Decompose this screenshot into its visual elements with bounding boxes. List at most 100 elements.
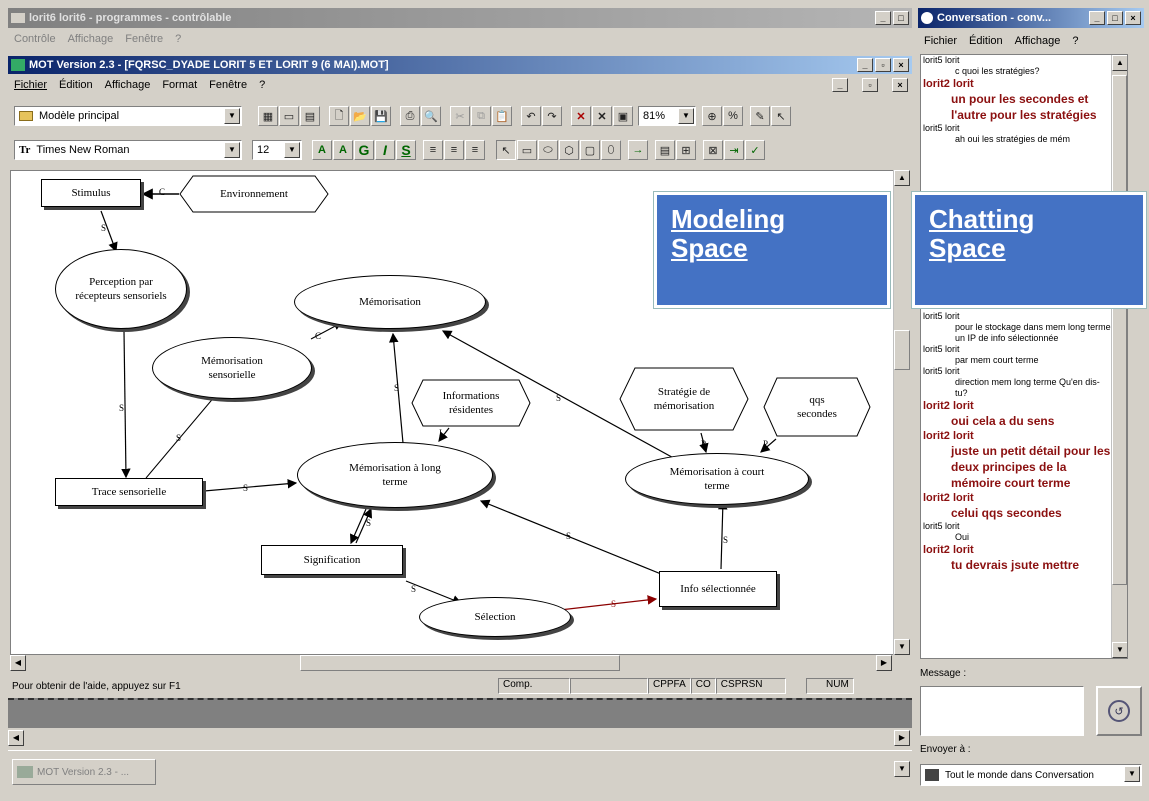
node-info-selectionnee[interactable]: Info sélectionnée — [659, 571, 777, 607]
doc-restore-icon[interactable]: ▫ — [862, 78, 878, 92]
canvas-hscrollbar[interactable]: ◀ ▶ — [10, 655, 910, 672]
chevron-down-icon[interactable]: ▼ — [224, 142, 240, 158]
scroll-down-icon[interactable]: ▼ — [1112, 642, 1127, 658]
scroll-up-icon[interactable]: ▲ — [1112, 55, 1127, 71]
font-shrink-button[interactable]: A — [333, 140, 353, 160]
open-folder-icon[interactable]: 📂 — [350, 106, 370, 126]
export-icon[interactable]: ⊠ — [703, 140, 723, 160]
delete-icon[interactable]: ✕ — [571, 106, 591, 126]
link-trace-memsens[interactable] — [145, 388, 222, 479]
chat-maximize-icon[interactable]: □ — [1107, 11, 1123, 25]
print-preview-icon[interactable]: 🔍 — [421, 106, 441, 126]
chat-log[interactable]: lorit5 lorit c quoi les stratégies? lorit2… — [920, 54, 1128, 659]
vscroll-thumb[interactable] — [894, 330, 910, 370]
align-center-icon[interactable]: ≡ — [444, 140, 464, 160]
import-icon[interactable]: ⇥ — [724, 140, 744, 160]
chevron-down-icon[interactable]: ▼ — [678, 108, 694, 124]
scroll-up-icon[interactable]: ▲ — [894, 170, 910, 186]
save-icon[interactable]: 💾 — [371, 106, 391, 126]
menu-controle[interactable]: Contrôle — [14, 33, 56, 45]
zoom-combo[interactable]: 81% ▼ — [638, 106, 696, 126]
chevron-down-icon[interactable]: ▼ — [284, 142, 300, 158]
ellipse-tool-icon[interactable]: ⬭ — [538, 140, 558, 160]
zoom-icon[interactable]: ⊕ — [702, 106, 722, 126]
node-selection[interactable]: Sélection — [419, 597, 571, 637]
chat-scroll-thumb[interactable] — [1112, 75, 1127, 585]
menu-fenetre[interactable]: Fenêtre — [125, 33, 163, 45]
node-qqs[interactable]: qqs secondes — [763, 377, 871, 437]
rounded-tool-icon[interactable]: ▢ — [580, 140, 600, 160]
font-grow-button[interactable]: A — [312, 140, 332, 160]
hexagon-tool-icon[interactable]: ⬡ — [559, 140, 579, 160]
print-icon[interactable]: ⎙ — [400, 106, 420, 126]
chat-menu-fichier[interactable]: Fichier — [924, 35, 957, 47]
message-input[interactable] — [920, 686, 1084, 736]
node-signification[interactable]: Signification — [261, 545, 403, 575]
link-perception-trace[interactable] — [121, 330, 131, 479]
align-left-icon[interactable]: ≡ — [423, 140, 443, 160]
menu-format[interactable]: Format — [162, 79, 197, 91]
chat-menu-affichage[interactable]: Affichage — [1015, 35, 1061, 47]
mot-minimize-icon[interactable]: _ — [857, 58, 873, 72]
chevron-down-icon[interactable]: ▼ — [224, 108, 240, 124]
copy-icon[interactable]: ⧉ — [471, 106, 491, 126]
tile-icon[interactable]: ▤ — [300, 106, 320, 126]
check-icon[interactable]: ✓ — [745, 140, 765, 160]
chat-minimize-icon[interactable]: _ — [1089, 11, 1105, 25]
scroll-right-icon[interactable]: ▶ — [894, 730, 910, 746]
italic-button[interactable]: I — [375, 140, 395, 160]
doc-minimize-icon[interactable]: _ — [832, 78, 848, 92]
outer-hscrollbar[interactable]: ◀ ▶ — [8, 730, 912, 746]
menu-edition[interactable]: Édition — [59, 79, 93, 91]
model-combo[interactable]: Modèle principal ▼ — [14, 106, 242, 126]
node-memorisation[interactable]: Mémorisation — [294, 275, 486, 329]
size-combo[interactable]: 12 ▼ — [252, 140, 302, 160]
scroll-down-icon[interactable]: ▼ — [894, 761, 910, 777]
link-selection-infosel[interactable] — [550, 595, 658, 612]
delete-link-icon[interactable]: ✕ — [592, 106, 612, 126]
redo-icon[interactable]: ↷ — [542, 106, 562, 126]
minimized-mot-window[interactable]: MOT Version 2.3 - ... — [12, 759, 156, 785]
link-trace-memlong[interactable] — [203, 478, 298, 492]
select-arrow-icon[interactable]: ↖ — [496, 140, 516, 160]
scroll-left-icon[interactable]: ◀ — [8, 730, 24, 746]
chevron-down-icon[interactable]: ▼ — [1124, 766, 1140, 782]
menu-affichage[interactable]: Affichage — [68, 33, 114, 45]
pencil-icon[interactable]: ✎ — [750, 106, 770, 126]
menu-help[interactable]: ? — [175, 33, 181, 45]
new-file-icon[interactable]: 🗋 — [329, 106, 349, 126]
chat-menu-edition[interactable]: Édition — [969, 35, 1003, 47]
canvas-vscrollbar[interactable]: ▲ ▼ — [893, 170, 910, 655]
bold-button[interactable]: G — [354, 140, 374, 160]
chat-close-icon[interactable]: × — [1125, 11, 1141, 25]
scroll-left-icon[interactable]: ◀ — [10, 655, 26, 671]
menu-fichier[interactable]: Fichier — [14, 79, 47, 91]
doc-close-icon[interactable]: × — [892, 78, 908, 92]
send-button[interactable]: ↺ — [1096, 686, 1142, 736]
mot-restore-icon[interactable]: ▫ — [875, 58, 891, 72]
cursor-icon[interactable]: ↖ — [771, 106, 791, 126]
link-infosel-memlong[interactable] — [479, 499, 667, 577]
undo-icon[interactable]: ↶ — [521, 106, 541, 126]
menu-affichage[interactable]: Affichage — [105, 79, 151, 91]
underline-button[interactable]: S — [396, 140, 416, 160]
node-mem-long[interactable]: Mémorisation à long terme — [297, 442, 493, 508]
mot-close-icon[interactable]: × — [893, 58, 909, 72]
node-perception[interactable]: Perception par récepteurs sensoriels — [55, 249, 187, 329]
chat-vscrollbar[interactable]: ▲ ▼ — [1111, 55, 1127, 658]
node-mem-court[interactable]: Mémorisation à court terme — [625, 453, 809, 505]
paste-icon[interactable]: 📋 — [492, 106, 512, 126]
maximize-icon[interactable]: □ — [893, 11, 909, 25]
minimize-icon[interactable]: _ — [875, 11, 891, 25]
menu-fenetre[interactable]: Fenêtre — [209, 79, 247, 91]
properties-icon[interactable]: ▣ — [613, 106, 633, 126]
menu-help[interactable]: ? — [259, 79, 265, 91]
link-arrow-icon[interactable]: → — [628, 140, 648, 160]
node-strategie[interactable]: Stratégie de mémorisation — [619, 367, 749, 431]
cut-icon[interactable]: ✂ — [450, 106, 470, 126]
percent-icon[interactable]: % — [723, 106, 743, 126]
node-stimulus[interactable]: Stimulus — [41, 179, 141, 207]
window-icon[interactable]: ▭ — [279, 106, 299, 126]
comment-icon[interactable]: ▤ — [655, 140, 675, 160]
send-to-select[interactable]: Tout le monde dans Conversation ▼ — [920, 764, 1142, 786]
